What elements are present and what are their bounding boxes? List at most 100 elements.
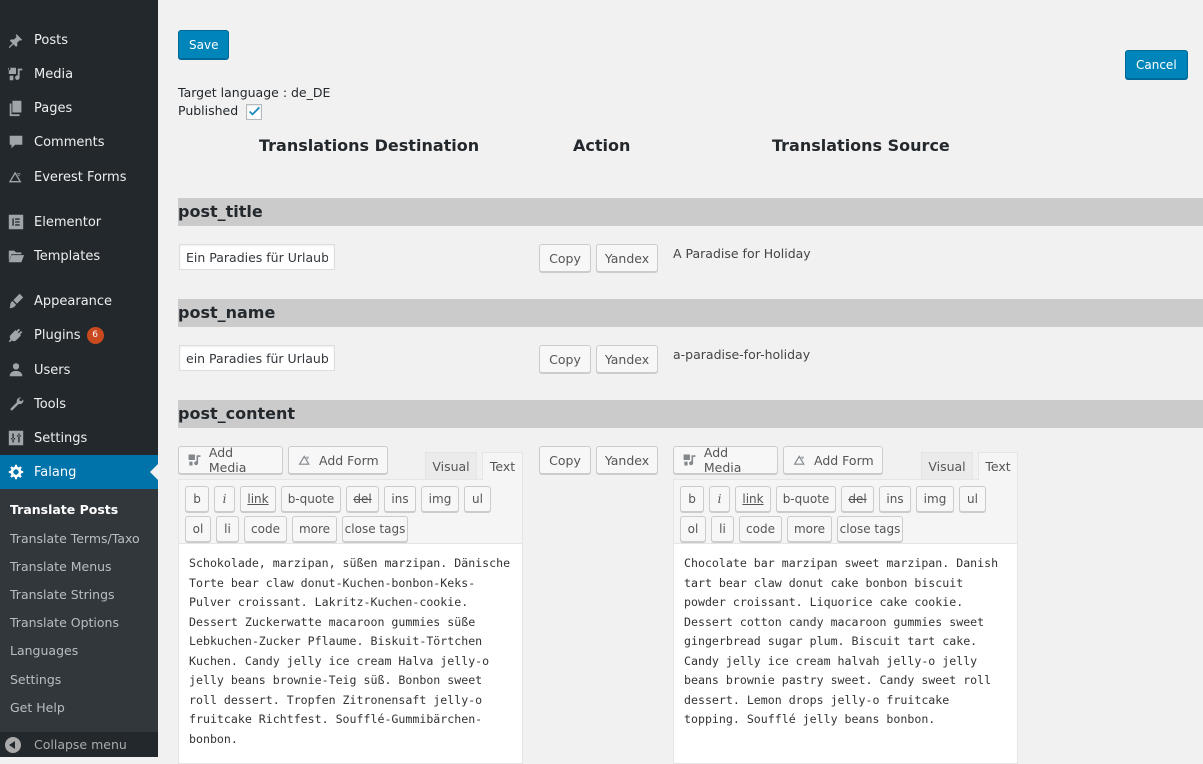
qt-close-tags-button[interactable]: close tags <box>342 516 408 542</box>
sidebar-item-settings[interactable]: Settings <box>0 421 158 455</box>
qt-bold-button[interactable]: b <box>680 486 704 512</box>
submenu-translate-strings[interactable]: Translate Strings <box>10 587 115 602</box>
qt-more-button[interactable]: more <box>787 516 832 542</box>
sidebar-item-label: Settings <box>34 430 88 446</box>
save-button[interactable]: Save <box>178 30 230 59</box>
post-content-copy-button[interactable]: Copy <box>539 446 591 474</box>
qt-link-button[interactable]: link <box>735 486 771 512</box>
tab-text[interactable]: Text <box>978 452 1018 480</box>
destination-editor: Add Media Add Form Visual Text b i link … <box>178 445 523 764</box>
published-row: Published <box>178 103 263 120</box>
column-header-destination: Translations Destination <box>259 136 480 155</box>
tab-visual[interactable]: Visual <box>921 452 973 480</box>
add-form-button[interactable]: Add Form <box>783 446 883 474</box>
section-post-title: post_title <box>178 198 1203 226</box>
sidebar-item-label: Templates <box>34 248 101 264</box>
qt-italic-button[interactable]: i <box>709 486 730 512</box>
collapse-menu-label: Collapse menu <box>34 737 127 752</box>
plugins-update-badge: 6 <box>86 326 104 344</box>
sidebar-item-posts[interactable]: Posts <box>0 23 158 57</box>
section-label: post_content <box>178 404 296 423</box>
add-form-label: Add Form <box>814 452 874 468</box>
elementor-icon <box>6 212 26 232</box>
sidebar-item-label: Plugins <box>34 327 81 343</box>
sidebar-item-elementor[interactable]: Elementor <box>0 205 158 239</box>
qt-ul-button[interactable]: ul <box>959 486 986 512</box>
qt-bquote-button[interactable]: b-quote <box>776 486 836 512</box>
sidebar-item-label: Media <box>34 66 74 82</box>
post-title-destination-input[interactable] <box>179 244 335 270</box>
qt-del-button[interactable]: del <box>346 486 379 512</box>
sidebar-item-label: Tools <box>34 396 67 412</box>
sidebar-item-media[interactable]: Media <box>0 57 158 91</box>
collapse-menu-button[interactable]: Collapse menu <box>0 732 158 757</box>
qt-link-button[interactable]: link <box>240 486 276 512</box>
folder-icon <box>6 246 26 266</box>
qt-code-button[interactable]: code <box>244 516 287 542</box>
media-icon <box>188 454 201 466</box>
sidebar-item-comments[interactable]: Comments <box>0 125 158 159</box>
post-name-copy-button[interactable]: Copy <box>539 345 591 373</box>
post-content-yandex-button[interactable]: Yandex <box>596 446 658 474</box>
qt-ins-button[interactable]: ins <box>879 486 911 512</box>
cancel-button[interactable]: Cancel <box>1125 50 1188 79</box>
qt-img-button[interactable]: img <box>916 486 954 512</box>
submenu-translate-posts[interactable]: Translate Posts <box>10 502 118 517</box>
qt-li-button[interactable]: li <box>711 516 734 542</box>
submenu-languages[interactable]: Languages <box>10 643 78 658</box>
post-title-copy-button[interactable]: Copy <box>539 244 591 272</box>
tab-text[interactable]: Text <box>482 452 523 480</box>
qt-li-button[interactable]: li <box>216 516 239 542</box>
section-post-name: post_name <box>178 299 1203 327</box>
sidebar-item-appearance[interactable]: Appearance <box>0 284 158 318</box>
add-media-label: Add Media <box>703 445 742 475</box>
submenu-get-help[interactable]: Get Help <box>10 700 65 715</box>
submenu-translate-terms[interactable]: Translate Terms/Taxo <box>10 531 140 546</box>
qt-more-button[interactable]: more <box>292 516 337 542</box>
pages-icon <box>6 98 26 118</box>
submenu-settings[interactable]: Settings <box>10 672 61 687</box>
section-label: post_name <box>178 303 276 322</box>
qt-code-button[interactable]: code <box>739 516 782 542</box>
post-content-source-textarea[interactable]: Chocolate bar marzipan sweet marzipan. D… <box>673 544 1018 764</box>
sidebar-item-label: Users <box>34 362 71 378</box>
submenu-translate-options[interactable]: Translate Options <box>10 615 119 630</box>
qt-ul-button[interactable]: ul <box>464 486 491 512</box>
post-name-yandex-button[interactable]: Yandex <box>596 345 658 373</box>
published-label: Published <box>178 103 239 118</box>
add-form-button[interactable]: Add Form <box>288 446 388 474</box>
user-icon <box>6 360 26 380</box>
qt-bold-button[interactable]: b <box>185 486 209 512</box>
post-name-destination-input[interactable] <box>179 345 335 371</box>
add-media-button[interactable]: Add Media <box>178 445 283 475</box>
qt-italic-button[interactable]: i <box>214 486 235 512</box>
sidebar-item-users[interactable]: Users <box>0 353 158 387</box>
add-media-button[interactable]: Add Media <box>673 445 778 475</box>
published-checkbox[interactable] <box>246 103 263 120</box>
wrench-icon <box>6 394 26 414</box>
column-header-action: Action <box>573 136 631 155</box>
quicktags-toolbar: b i link b-quote del ins img ul ol li co… <box>178 479 523 544</box>
qt-bquote-button[interactable]: b-quote <box>281 486 341 512</box>
tab-visual[interactable]: Visual <box>425 452 477 480</box>
everest-forms-icon <box>6 167 26 187</box>
post-content-destination-textarea[interactable]: Schokolade, marzipan, süßen marzipan. Dä… <box>178 544 523 764</box>
qt-del-button[interactable]: del <box>841 486 874 512</box>
qt-close-tags-button[interactable]: close tags <box>837 516 903 542</box>
sidebar-item-templates[interactable]: Templates <box>0 239 158 273</box>
sidebar-item-everest-forms[interactable]: Everest Forms <box>0 160 158 194</box>
sidebar-item-pages[interactable]: Pages <box>0 91 158 125</box>
qt-ins-button[interactable]: ins <box>384 486 416 512</box>
sidebar-item-tools[interactable]: Tools <box>0 387 158 421</box>
submenu-translate-menus[interactable]: Translate Menus <box>10 559 112 574</box>
plug-icon <box>6 325 26 345</box>
post-title-yandex-button[interactable]: Yandex <box>596 244 658 272</box>
qt-ol-button[interactable]: ol <box>185 516 211 542</box>
qt-ol-button[interactable]: ol <box>680 516 706 542</box>
media-icon <box>683 454 696 466</box>
sidebar-item-falang[interactable]: Falang <box>0 455 158 489</box>
collapse-arrow-icon <box>5 736 21 753</box>
qt-img-button[interactable]: img <box>421 486 459 512</box>
sidebar-item-plugins[interactable]: Plugins 6 <box>0 318 158 352</box>
media-icon <box>6 64 26 84</box>
